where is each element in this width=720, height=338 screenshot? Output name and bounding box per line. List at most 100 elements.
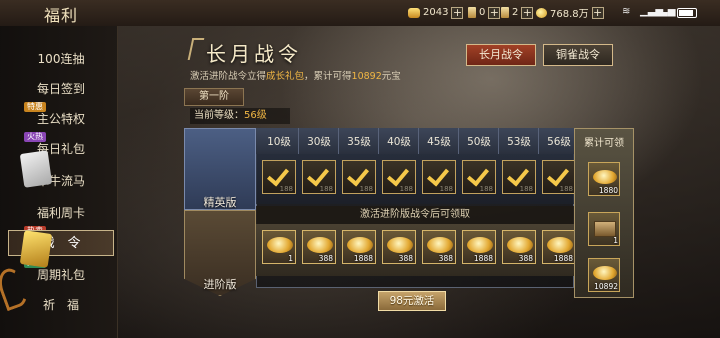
- gold-ingot-icon: [507, 237, 533, 253]
- add-yuanbao-button[interactable]: +: [591, 6, 604, 19]
- current-level-value: 56级: [244, 110, 267, 121]
- advanced-locked-notice: 激活进阶版战令后可领取: [256, 206, 574, 224]
- desc-suffix: 元宝: [381, 71, 401, 82]
- column-divider: [498, 128, 499, 154]
- pass-description: 激活进阶战令立得成长礼包，累计可得10892元宝: [190, 68, 401, 82]
- advanced-reward[interactable]: 1888: [342, 230, 376, 264]
- column-divider: [298, 128, 299, 154]
- page-title: 长月战令: [206, 42, 302, 66]
- track-label-advanced: 进阶版: [203, 278, 237, 291]
- desc-amount: 10892: [351, 71, 382, 82]
- silver-token-icon: [19, 150, 53, 188]
- token-value-2: 0: [479, 7, 486, 18]
- ticket-icon: [468, 7, 476, 18]
- reward-count: 188: [479, 185, 493, 193]
- cumulative-title: 累计可领: [584, 138, 624, 149]
- free-reward-claimed[interactable]: 188: [542, 160, 576, 194]
- advanced-reward[interactable]: 388: [502, 230, 536, 264]
- column-divider: [338, 128, 339, 154]
- check-icon: [266, 163, 290, 187]
- level-header: 30级: [307, 136, 331, 148]
- column-divider: [538, 128, 539, 154]
- reward-count: 388: [398, 254, 413, 263]
- reward-count: 188: [559, 185, 573, 193]
- ticket-icon-2: [501, 7, 509, 18]
- reward-count: 188: [439, 185, 453, 193]
- cumulative-free-reward[interactable]: 1880: [588, 162, 620, 196]
- advanced-reward[interactable]: 388: [422, 230, 456, 264]
- token-counter-3: 2 +: [501, 5, 534, 20]
- add-token-1-button[interactable]: +: [451, 6, 464, 19]
- reward-count: 388: [438, 254, 453, 263]
- reward-count: 1880: [598, 186, 618, 195]
- level-header: 45级: [427, 136, 451, 148]
- token-counter-2: 0 +: [468, 5, 501, 20]
- wifi-icon: ≋: [622, 6, 631, 17]
- advanced-reward[interactable]: 1888: [462, 230, 496, 264]
- desc-highlight: 成长礼包: [266, 71, 305, 82]
- reward-count: 188: [359, 185, 373, 193]
- token-counter-1: 2043 +: [408, 5, 464, 20]
- sidebar-item-lord-privilege[interactable]: 主公特权: [8, 106, 114, 132]
- advanced-reward[interactable]: 1888: [542, 230, 576, 264]
- check-icon: [466, 163, 490, 187]
- reward-count: 1888: [353, 254, 373, 263]
- gold-token-icon: [19, 230, 53, 268]
- level-header: 56级: [547, 136, 571, 148]
- sidebar-item-100-draws[interactable]: 100连抽: [8, 46, 114, 72]
- reward-count: 188: [319, 185, 333, 193]
- level-header: 50级: [467, 136, 491, 148]
- gold-ingot-icon: [408, 7, 420, 18]
- add-token-3-button[interactable]: +: [521, 6, 534, 19]
- top-bar: [0, 0, 720, 26]
- free-reward-claimed[interactable]: 188: [302, 160, 336, 194]
- current-level: 当前等级：56级: [190, 108, 290, 124]
- reward-count: 188: [399, 185, 413, 193]
- free-reward-claimed[interactable]: 188: [502, 160, 536, 194]
- advanced-reward[interactable]: 388: [382, 230, 416, 264]
- check-icon: [506, 163, 530, 187]
- level-header: 35级: [347, 136, 371, 148]
- check-icon: [346, 163, 370, 187]
- cumulative-advanced-reward[interactable]: 10892: [588, 258, 620, 292]
- reward-count: 1888: [553, 254, 573, 263]
- tab-tongque-pass[interactable]: 铜雀战令: [543, 44, 613, 66]
- free-reward-claimed[interactable]: 188: [422, 160, 456, 194]
- yuanbao-counter: 768.8万 +: [536, 5, 604, 20]
- yuanbao-value: 768.8万: [550, 9, 589, 20]
- free-reward-claimed[interactable]: 188: [382, 160, 416, 194]
- gold-ingot-icon: [547, 237, 573, 253]
- column-divider: [378, 128, 379, 154]
- chest-icon: [594, 221, 616, 237]
- free-reward-claimed[interactable]: 188: [462, 160, 496, 194]
- gold-ingot-icon: [387, 237, 413, 253]
- desc-middle: ，累计可得: [304, 71, 352, 82]
- reward-count: 1888: [473, 254, 493, 263]
- reward-count: 1: [613, 236, 618, 245]
- battery-icon: [677, 8, 697, 18]
- gold-ingot-icon: [347, 237, 373, 253]
- current-level-label: 当前等级：: [194, 110, 244, 121]
- sidebar-item-daily-signin[interactable]: 每日签到: [8, 76, 114, 102]
- free-reward-claimed[interactable]: 188: [262, 160, 296, 194]
- signal-icon-2: ▃▅: [660, 6, 676, 17]
- activate-button[interactable]: 98元激活: [378, 291, 446, 311]
- cumulative-chest-reward[interactable]: 1: [588, 212, 620, 246]
- free-reward-claimed[interactable]: 188: [342, 160, 376, 194]
- reward-count: 388: [318, 254, 333, 263]
- gold-ingot-icon: [467, 237, 493, 253]
- advanced-reward[interactable]: 1: [262, 230, 296, 264]
- tier-selector[interactable]: 第一阶: [184, 88, 244, 106]
- advanced-reward[interactable]: 388: [302, 230, 336, 264]
- window-title: 福利: [44, 6, 79, 25]
- yuanbao-icon: [536, 7, 547, 18]
- gold-ingot-icon: [307, 237, 333, 253]
- sidebar-item-weekly-card[interactable]: 福利周卡: [8, 200, 114, 226]
- gold-ingot-icon: [593, 170, 617, 184]
- add-token-2-button[interactable]: +: [488, 6, 501, 19]
- gold-ingot-icon: [593, 266, 617, 280]
- reward-count: 188: [519, 185, 533, 193]
- tab-changyue-pass[interactable]: 长月战令: [466, 44, 536, 66]
- token-value-1: 2043: [423, 7, 449, 18]
- track-label-elite: 精英版: [203, 196, 237, 209]
